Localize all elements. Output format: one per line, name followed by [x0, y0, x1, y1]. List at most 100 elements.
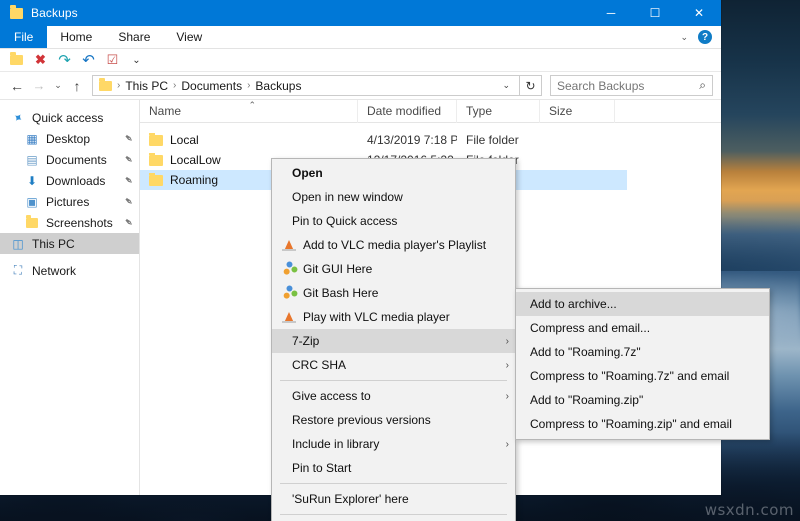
menu-item-give-access-to[interactable]: Give access to › — [272, 384, 515, 408]
menu-item-compress-to-roaming-zip-and-email[interactable]: Compress to "Roaming.zip" and email — [516, 412, 769, 436]
menu-item-surun-explorer-here[interactable]: 'SuRun Explorer' here — [272, 487, 515, 511]
quick-access-toolbar: ✖ ↷ ↶ ☑ ⌄ — [0, 49, 721, 72]
folder-icon — [10, 4, 23, 19]
back-button[interactable]: ← — [6, 75, 28, 97]
breadcrumb-item-this-pc[interactable]: This PC — [121, 79, 172, 93]
up-button[interactable]: ↑ — [66, 75, 88, 97]
sidebar-item-screenshots[interactable]: Screenshots ✒ — [0, 212, 139, 233]
breadcrumb-item-backups[interactable]: Backups — [251, 79, 305, 93]
undo-icon[interactable]: ↶ — [81, 52, 96, 69]
column-header-date-modified[interactable]: Date modified — [358, 100, 457, 123]
sidebar-item-documents[interactable]: ▤ Documents ✒ — [0, 149, 139, 170]
sidebar-item-label: This PC — [32, 236, 75, 251]
sidebar-item-label: Downloads — [46, 173, 106, 188]
search-input[interactable]: Search Backups ⌕ — [550, 75, 713, 96]
menu-item-play-with-vlc[interactable]: Play with VLC media player — [272, 305, 515, 329]
close-button[interactable]: ✕ — [677, 0, 721, 26]
forward-button[interactable]: → — [28, 75, 50, 97]
chevron-right-icon: › — [505, 390, 509, 402]
this-pc-icon: ◫ — [12, 236, 24, 251]
sidebar-item-desktop[interactable]: ▦ Desktop ✒ — [0, 128, 139, 149]
breadcrumb[interactable]: › This PC › Documents › Backups ⌄ — [92, 75, 520, 96]
pin-icon[interactable]: ✒ — [121, 131, 136, 146]
ribbon-right-controls: ⌄ ? — [680, 26, 721, 48]
menu-item-compress-and-email[interactable]: Compress and email... — [516, 316, 769, 340]
pin-icon[interactable]: ✒ — [121, 194, 136, 209]
chevron-right-icon: › — [505, 335, 509, 347]
menu-item-add-to-archive[interactable]: Add to archive... — [516, 292, 769, 316]
pin-icon[interactable]: ✒ — [121, 152, 136, 167]
sidebar-item-pictures[interactable]: ▣ Pictures ✒ — [0, 191, 139, 212]
menu-item-open-in-new-window[interactable]: Open in new window — [272, 185, 515, 209]
menu-item-add-to-vlc-playlist[interactable]: Add to VLC media player's Playlist — [272, 233, 515, 257]
chevron-down-icon[interactable]: ⌄ — [680, 32, 688, 43]
title-bar[interactable]: Backups ─ ☐ ✕ — [0, 0, 721, 26]
menu-item-7-zip[interactable]: 7-Zip › — [272, 329, 515, 353]
menu-item-git-gui-here[interactable]: Git GUI Here — [272, 257, 515, 281]
menu-item-pin-to-quick-access[interactable]: Pin to Quick access — [272, 209, 515, 233]
sidebar-item-label: Documents — [46, 152, 107, 167]
new-folder-icon[interactable] — [9, 52, 24, 68]
menu-item-open[interactable]: Open — [272, 161, 515, 185]
file-name: LocalLow — [170, 153, 221, 167]
sidebar-item-quick-access[interactable]: ✦ Quick access — [0, 107, 139, 128]
git-icon — [280, 283, 299, 300]
folder-icon — [24, 214, 40, 231]
column-label: Size — [549, 104, 573, 118]
chevron-down-icon[interactable]: ⌄ — [497, 80, 515, 91]
menu-item-compress-to-roaming-7z-and-email[interactable]: Compress to "Roaming.7z" and email — [516, 364, 769, 388]
menu-separator — [280, 483, 507, 484]
cell-name: Local — [140, 133, 358, 147]
menu-item-add-to-roaming-zip[interactable]: Add to "Roaming.zip" — [516, 388, 769, 412]
folder-icon — [149, 153, 163, 166]
table-row[interactable]: Local 4/13/2019 7:18 PM File folder — [140, 130, 721, 150]
chevron-right-icon: › — [505, 359, 509, 371]
column-label: Name — [149, 104, 182, 118]
desktop-icon: ▦ — [26, 131, 38, 146]
menu-item-git-bash-here[interactable]: Git Bash Here — [272, 281, 515, 305]
menu-item-crc-sha[interactable]: CRC SHA › — [272, 353, 515, 377]
recent-locations-button[interactable]: ⌄ — [50, 75, 66, 97]
tab-file[interactable]: File — [0, 26, 48, 48]
pin-icon[interactable]: ✒ — [121, 215, 136, 230]
chevron-right-icon: › — [505, 438, 509, 450]
sidebar-item-network[interactable]: ⛶ Network — [0, 260, 139, 281]
menu-item-add-to-roaming-7z[interactable]: Add to "Roaming.7z" — [516, 340, 769, 364]
submenu-7-zip: Add to archive... Compress and email... … — [515, 288, 770, 440]
column-header-size[interactable]: Size — [540, 100, 615, 123]
tab-view[interactable]: View — [163, 26, 215, 48]
customize-toolbar-icon[interactable]: ⌄ — [129, 53, 144, 68]
tab-share[interactable]: Share — [105, 26, 163, 48]
ribbon-tab-strip: File Home Share View ⌄ ? — [0, 26, 721, 49]
sidebar-item-downloads[interactable]: ⬇ Downloads ✒ — [0, 170, 139, 191]
menu-item-include-in-library[interactable]: Include in library › — [272, 432, 515, 456]
redo-icon[interactable]: ↷ — [57, 52, 72, 69]
column-header-name[interactable]: ⌃ Name — [140, 100, 358, 123]
pin-icon[interactable]: ✒ — [121, 173, 136, 188]
documents-icon: ▤ — [26, 152, 38, 167]
cell-type: File folder — [466, 133, 519, 147]
help-icon[interactable]: ? — [698, 30, 712, 44]
maximize-button[interactable]: ☐ — [633, 0, 677, 26]
minimize-button[interactable]: ─ — [589, 0, 633, 26]
file-name: Local — [170, 133, 199, 147]
image-watermark: wsxdn.com — [704, 501, 794, 519]
menu-separator — [280, 380, 507, 381]
sidebar-item-this-pc[interactable]: ◫ This PC — [0, 233, 139, 254]
git-icon — [280, 259, 299, 276]
sidebar-item-label: Screenshots — [46, 215, 113, 230]
window-controls: ─ ☐ ✕ — [589, 0, 721, 26]
refresh-button[interactable]: ↻ — [520, 75, 542, 96]
delete-icon[interactable]: ✖ — [33, 52, 48, 68]
address-bar: ← → ⌄ ↑ › This PC › Documents › Backups … — [0, 72, 721, 99]
menu-item-pin-to-start[interactable]: Pin to Start — [272, 456, 515, 480]
window-title: Backups — [31, 6, 78, 20]
column-header-type[interactable]: Type — [457, 100, 540, 123]
search-placeholder: Search Backups — [557, 78, 645, 93]
menu-item-restore-previous-versions[interactable]: Restore previous versions — [272, 408, 515, 432]
search-icon: ⌕ — [699, 78, 706, 92]
tab-home[interactable]: Home — [47, 26, 105, 48]
properties-icon[interactable]: ☑ — [105, 52, 120, 68]
breadcrumb-item-documents[interactable]: Documents — [177, 79, 246, 93]
navigation-pane: ✦ Quick access ▦ Desktop ✒ ▤ Documents ✒… — [0, 100, 140, 495]
